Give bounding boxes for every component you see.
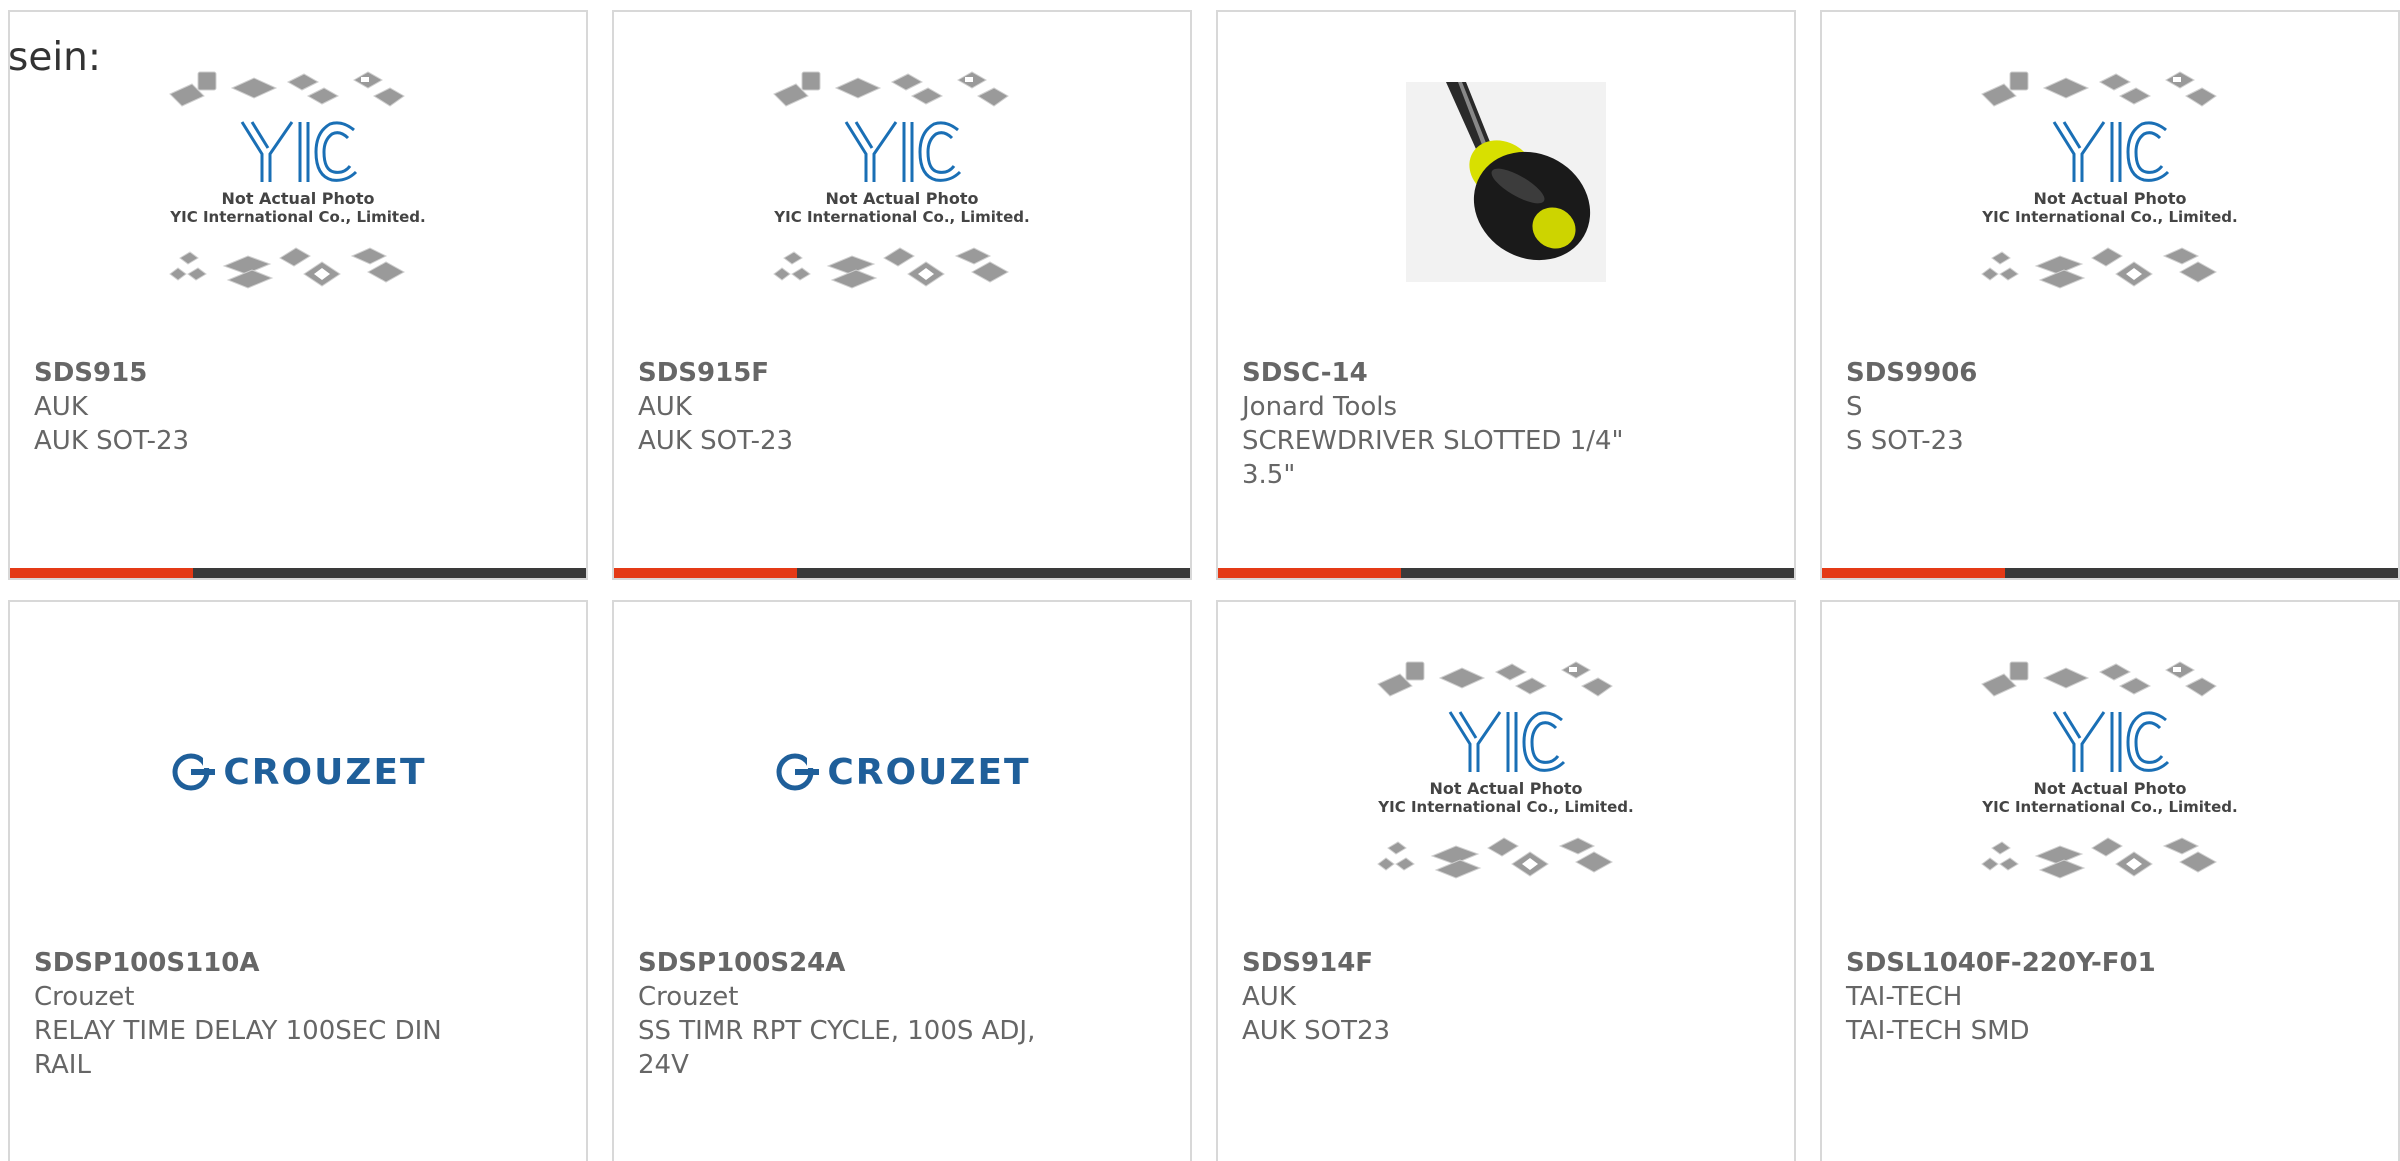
product-info: SDS914F AUK AUK SOT23 [1242, 946, 1682, 1048]
manufacturer-label: Crouzet [34, 982, 135, 1012]
product-image[interactable]: CROUZET [10, 602, 586, 942]
card-footer-bar [614, 568, 1190, 578]
part-number-link[interactable]: SDS915F [638, 356, 1078, 390]
screwdriver-photo [1406, 82, 1606, 282]
manufacturer-label: AUK [638, 392, 692, 422]
product-image[interactable]: CROUZET [614, 602, 1190, 942]
product-info: SDS9906 S S SOT-23 [1846, 356, 2286, 458]
description-label: AUK SOT-23 [638, 426, 794, 456]
product-image[interactable]: Not Actual Photo YIC International Co., … [1822, 602, 2398, 942]
card-footer-accent [1218, 568, 1401, 578]
product-image[interactable]: Not Actual Photo YIC International Co., … [1822, 12, 2398, 352]
product-card[interactable]: CROUZET SDSP100S24A Crouzet SS TIMR RPT CY… [612, 600, 1192, 1161]
product-card[interactable]: CROUZET SDSP100S110A Crouzet RELAY TIME DE… [8, 600, 588, 1161]
product-card[interactable]: Not Actual Photo YIC International Co., … [1820, 10, 2400, 580]
yic-company-label: YIC International Co., Limited. [1377, 798, 1633, 816]
manufacturer-label: TAI-TECH [1846, 982, 1963, 1012]
yic-company-label: YIC International Co., Limited. [1981, 798, 2237, 816]
part-number-link[interactable]: SDSL1040F-220Y-F01 [1846, 946, 2286, 980]
description-label: AUK SOT-23 [34, 426, 190, 456]
crouzet-logo-text: CROUZET [223, 751, 427, 793]
page-heading: sein: [8, 35, 102, 80]
product-info: SDSP100S24A Crouzet SS TIMR RPT CYCLE, 100… [638, 946, 1078, 1082]
manufacturer-label: S [1846, 392, 1863, 422]
part-number-link[interactable]: SDSC-14 [1242, 356, 1682, 390]
manufacturer-label: AUK [1242, 982, 1296, 1012]
crouzet-logo-text: CROUZET [827, 751, 1031, 793]
product-card[interactable]: Not Actual Photo YIC International Co., … [612, 10, 1192, 580]
not-actual-photo-label: Not Actual Photo [221, 189, 374, 208]
product-image[interactable]: Not Actual Photo YIC International Co., … [614, 12, 1190, 352]
product-info: SDS915F AUK AUK SOT-23 [638, 356, 1078, 458]
description-label: AUK SOT23 [1242, 1016, 1391, 1046]
card-footer-bar [1822, 568, 2398, 578]
crouzet-logo: CROUZET [169, 752, 426, 793]
product-card[interactable]: Not Actual Photo YIC International Co., … [1216, 600, 1796, 1161]
not-actual-photo-label: Not Actual Photo [825, 189, 978, 208]
manufacturer-label: Crouzet [638, 982, 739, 1012]
description-label: SS TIMR RPT CYCLE, 100S ADJ, 24V [638, 1016, 1036, 1080]
product-info: SDS915 AUK AUK SOT-23 [34, 356, 474, 458]
card-footer-accent [1822, 568, 2005, 578]
not-actual-photo-image: Not Actual Photo YIC International Co., … [762, 62, 1042, 302]
not-actual-photo-label: Not Actual Photo [1429, 779, 1582, 798]
not-actual-photo-label: Not Actual Photo [2033, 779, 2186, 798]
product-info: SDSL1040F-220Y-F01 TAI-TECH TAI-TECH SMD [1846, 946, 2286, 1048]
product-info: SDSC-14 Jonard Tools SCREWDRIVER SLOTTED 1… [1242, 356, 1682, 492]
crouzet-logo: CROUZET [773, 752, 1030, 793]
product-info: SDSP100S110A Crouzet RELAY TIME DELAY 100S… [34, 946, 474, 1082]
part-number-link[interactable]: SDS9906 [1846, 356, 2286, 390]
description-label: TAI-TECH SMD [1846, 1016, 2030, 1046]
not-actual-photo-image: Not Actual Photo YIC International Co., … [1970, 652, 2250, 892]
product-card[interactable]: Not Actual Photo YIC International Co., … [8, 10, 588, 580]
product-card[interactable]: SDSC-14 Jonard Tools SCREWDRIVER SLOTTED 1… [1216, 10, 1796, 580]
not-actual-photo-image: Not Actual Photo YIC International Co., … [1970, 62, 2250, 302]
yic-company-label: YIC International Co., Limited. [1981, 208, 2237, 226]
product-image[interactable] [1218, 12, 1794, 352]
description-label: S SOT-23 [1846, 426, 1964, 456]
part-number-link[interactable]: SDS914F [1242, 946, 1682, 980]
description-label: RELAY TIME DELAY 100SEC DIN RAIL [34, 1016, 442, 1080]
card-footer-accent [10, 568, 193, 578]
description-label: SCREWDRIVER SLOTTED 1/4" 3.5" [1242, 426, 1624, 490]
part-number-link[interactable]: SDSP100S110A [34, 946, 474, 980]
not-actual-photo-label: Not Actual Photo [2033, 189, 2186, 208]
not-actual-photo-image: Not Actual Photo YIC International Co., … [1366, 652, 1646, 892]
part-number-link[interactable]: SDSP100S24A [638, 946, 1078, 980]
part-number-link[interactable]: SDS915 [34, 356, 474, 390]
card-footer-bar [1218, 568, 1794, 578]
yic-company-label: YIC International Co., Limited. [773, 208, 1029, 226]
product-image[interactable]: Not Actual Photo YIC International Co., … [1218, 602, 1794, 942]
manufacturer-label: AUK [34, 392, 88, 422]
yic-company-label: YIC International Co., Limited. [169, 208, 425, 226]
card-footer-accent [614, 568, 797, 578]
not-actual-photo-image: Not Actual Photo YIC International Co., … [158, 62, 438, 302]
manufacturer-label: Jonard Tools [1242, 392, 1398, 422]
card-footer-bar [10, 568, 586, 578]
product-card[interactable]: Not Actual Photo YIC International Co., … [1820, 600, 2400, 1161]
